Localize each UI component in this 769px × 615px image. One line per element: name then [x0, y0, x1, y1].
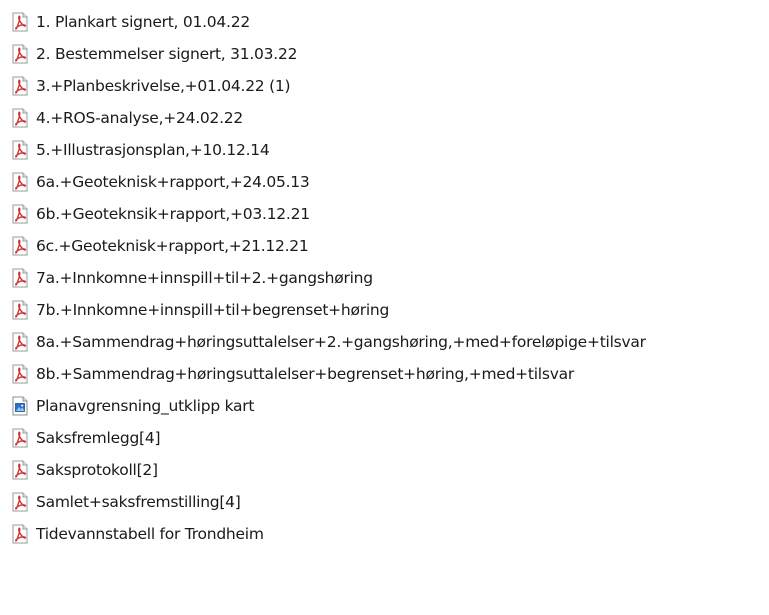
file-name: Saksfremlegg[4] — [36, 429, 161, 447]
file-name: Planavgrensning_utklipp kart — [36, 397, 255, 415]
file-name: 2. Bestemmelser signert, 31.03.22 — [36, 45, 298, 63]
file-item[interactable]: 5.+Illustrasjonsplan,+10.12.14 — [0, 134, 769, 166]
file-name: 1. Plankart signert, 01.04.22 — [36, 13, 250, 31]
pdf-icon — [9, 523, 31, 545]
file-name: Samlet+saksfremstilling[4] — [36, 493, 241, 511]
file-name: 7b.+Innkomne+innspill+til+begrenset+høri… — [36, 301, 390, 319]
file-name: 4.+ROS-analyse,+24.02.22 — [36, 109, 244, 127]
file-item[interactable]: 7a.+Innkomne+innspill+til+2.+gangshøring — [0, 262, 769, 294]
file-item[interactable]: 8a.+Sammendrag+høringsuttalelser+2.+gang… — [0, 326, 769, 358]
file-item[interactable]: Tidevannstabell for Trondheim — [0, 518, 769, 550]
pdf-icon — [9, 75, 31, 97]
file-name: 8b.+Sammendrag+høringsuttalelser+begrens… — [36, 365, 574, 383]
pdf-icon — [9, 267, 31, 289]
file-item[interactable]: 6a.+Geoteknisk+rapport,+24.05.13 — [0, 166, 769, 198]
file-item[interactable]: 7b.+Innkomne+innspill+til+begrenset+høri… — [0, 294, 769, 326]
pdf-icon — [9, 331, 31, 353]
pdf-icon — [9, 491, 31, 513]
file-name: 3.+Planbeskrivelse,+01.04.22 (1) — [36, 77, 291, 95]
file-name: 7a.+Innkomne+innspill+til+2.+gangshøring — [36, 269, 373, 287]
pdf-icon — [9, 11, 31, 33]
pdf-icon — [9, 43, 31, 65]
pdf-icon — [9, 107, 31, 129]
file-name: Tidevannstabell for Trondheim — [36, 525, 264, 543]
file-name: 6c.+Geoteknisk+rapport,+21.12.21 — [36, 237, 309, 255]
file-name: 8a.+Sammendrag+høringsuttalelser+2.+gang… — [36, 333, 646, 351]
file-name: 5.+Illustrasjonsplan,+10.12.14 — [36, 141, 270, 159]
file-item[interactable]: 2. Bestemmelser signert, 31.03.22 — [0, 38, 769, 70]
file-item[interactable]: Saksfremlegg[4] — [0, 422, 769, 454]
file-name: 6a.+Geoteknisk+rapport,+24.05.13 — [36, 173, 310, 191]
file-item[interactable]: Planavgrensning_utklipp kart — [0, 390, 769, 422]
file-item[interactable]: Samlet+saksfremstilling[4] — [0, 486, 769, 518]
pdf-icon — [9, 459, 31, 481]
file-item[interactable]: 4.+ROS-analyse,+24.02.22 — [0, 102, 769, 134]
pdf-icon — [9, 363, 31, 385]
file-item[interactable]: 8b.+Sammendrag+høringsuttalelser+begrens… — [0, 358, 769, 390]
file-item[interactable]: Saksprotokoll[2] — [0, 454, 769, 486]
pdf-icon — [9, 235, 31, 257]
file-item[interactable]: 3.+Planbeskrivelse,+01.04.22 (1) — [0, 70, 769, 102]
file-name: Saksprotokoll[2] — [36, 461, 158, 479]
file-item[interactable]: 6b.+Geoteknsik+rapport,+03.12.21 — [0, 198, 769, 230]
pdf-icon — [9, 171, 31, 193]
file-list: 1. Plankart signert, 01.04.22 2. Bestemme… — [0, 0, 769, 550]
pdf-icon — [9, 299, 31, 321]
file-item[interactable]: 1. Plankart signert, 01.04.22 — [0, 6, 769, 38]
file-item[interactable]: 6c.+Geoteknisk+rapport,+21.12.21 — [0, 230, 769, 262]
pdf-icon — [9, 139, 31, 161]
pdf-icon — [9, 203, 31, 225]
image-icon — [9, 395, 31, 417]
file-name: 6b.+Geoteknsik+rapport,+03.12.21 — [36, 205, 310, 223]
pdf-icon — [9, 427, 31, 449]
